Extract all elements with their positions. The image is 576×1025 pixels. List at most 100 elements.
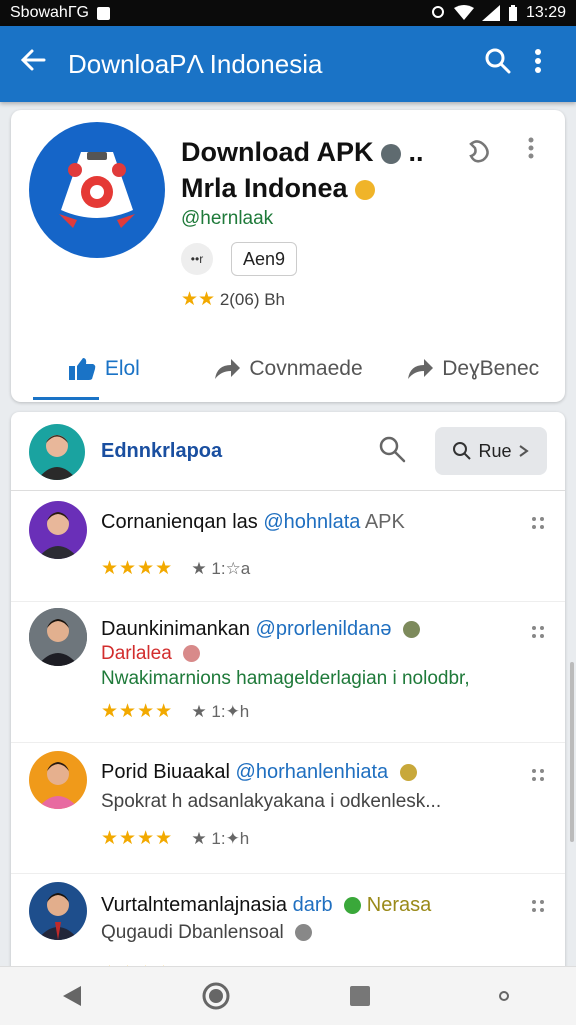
signal-icon: [481, 5, 500, 21]
system-nav-bar: [0, 966, 576, 1025]
app-logo: [29, 122, 165, 258]
info-badge-icon: [295, 924, 313, 942]
review-text: Nwakimarnions hamagelderlagian i nolodbr…: [101, 668, 470, 689]
app-title-line1: Download APK: [181, 137, 374, 167]
item-menu-button[interactable]: [531, 896, 545, 919]
author-mention[interactable]: @horhanlenhiata: [236, 761, 389, 783]
scrollbar[interactable]: [570, 662, 574, 842]
app-rating: ★★ 2(06) Bh: [181, 288, 285, 311]
share-icon: [469, 140, 489, 163]
author-mention[interactable]: @prorlenildanə: [256, 618, 392, 640]
item-menu-button[interactable]: [531, 622, 545, 645]
search-icon: [379, 436, 406, 463]
review-subtitle-text: Darlalea: [101, 643, 172, 664]
thumbs-up-icon: [68, 358, 96, 380]
location-icon: [431, 6, 444, 18]
dot-icon: [499, 991, 509, 1001]
share-arrow-icon: [408, 359, 434, 379]
list-item[interactable]: Cornanienqan las @hohnlata APK ★★★★ ★ 1:…: [11, 491, 565, 602]
action-tabs: Elol Covnmaede DeɣBenec: [11, 336, 565, 402]
avatar[interactable]: [29, 424, 85, 480]
list-item[interactable]: Vurtalntemanlajnasia darb Nerasa Qugaudi…: [11, 874, 565, 972]
item-menu-button[interactable]: [531, 513, 545, 536]
review-author: Porid Biuaakal @horhanlenhiata: [101, 761, 417, 784]
nav-home-button[interactable]: [196, 976, 236, 1016]
rating-stars: ★★★★: [101, 701, 174, 722]
review-subtitle: Darlalea: [101, 643, 201, 665]
search-icon: [485, 48, 511, 73]
triangle-back-icon: [63, 986, 81, 1006]
review-rating: ★★★★ ★ 1:☆a: [101, 557, 250, 580]
notification-icon: [96, 6, 110, 20]
flag-badge-icon: [183, 645, 201, 663]
rating-stars: ★★★★: [101, 828, 174, 849]
search-icon: [453, 442, 472, 460]
app-logo-icon: [59, 152, 135, 228]
share-button[interactable]: [463, 136, 493, 166]
avatar[interactable]: [29, 608, 87, 666]
arrow-left-icon: [20, 49, 46, 71]
verified-badge-icon: [381, 143, 402, 164]
drag-handle-icon: [532, 517, 544, 529]
tab-share[interactable]: DeɣBenec: [380, 336, 565, 402]
gold-badge-icon: [355, 179, 376, 200]
author-name: Daunkinimankan: [101, 618, 250, 640]
more-options-button[interactable]: [518, 48, 558, 81]
more-vert-icon: [528, 137, 534, 159]
author-name: Vurtalntemanlajnasia: [101, 894, 288, 916]
wifi-icon: [453, 5, 474, 20]
tab-like-label: Elol: [104, 357, 140, 380]
verified-badge-icon: [403, 621, 421, 639]
share-arrow-icon: [215, 359, 241, 379]
avatar[interactable]: [29, 501, 87, 559]
app-info-card: Download APK .. Mrla Indonea @hernlaak •…: [11, 110, 565, 402]
drag-handle-icon: [532, 626, 544, 638]
nav-recents-button[interactable]: [340, 976, 380, 1016]
nav-back-button[interactable]: [52, 976, 92, 1016]
tab-like[interactable]: Elol: [11, 336, 196, 402]
rating-meta: ★ 1:✦h: [191, 702, 250, 721]
back-button[interactable]: [18, 45, 54, 83]
tab-comment[interactable]: Covnmaede: [196, 336, 381, 402]
filter-button-label: Rue: [478, 440, 512, 461]
app-title: Download APK .. Mrla Indonea: [181, 134, 424, 206]
review-author: Vurtalntemanlajnasia darb Nerasa: [101, 894, 431, 917]
author-mention[interactable]: @hohnlata: [263, 511, 360, 533]
review-author: Cornanienqan las @hohnlata APK: [101, 511, 405, 534]
rating-stars: ★★★★: [101, 558, 174, 579]
rating-stars: ★★: [181, 289, 216, 310]
reviews-header-title: Ednnkrlapoa: [101, 440, 223, 462]
tab-comment-label: Covnmaede: [249, 357, 363, 380]
filter-button[interactable]: Rue: [435, 427, 547, 475]
chevron-right-icon: [518, 445, 529, 457]
drag-handle-icon: [532, 900, 544, 912]
sound-chip[interactable]: ••r: [181, 243, 213, 275]
app-title-ellipsis: ..: [408, 137, 424, 167]
author-mention[interactable]: darb: [293, 894, 333, 916]
item-menu-button[interactable]: [531, 765, 545, 788]
review-text: Spokrat h adsanlakyakana i odkenlesk...: [101, 791, 442, 812]
age-rating-chip[interactable]: Aen9: [231, 242, 297, 276]
nav-extra-button[interactable]: [484, 976, 524, 1016]
reviews-search-button[interactable]: [377, 434, 407, 464]
status-bar: SbowahГG 13:29: [0, 0, 576, 26]
review-author: Daunkinimankan @prorlenildanə: [101, 618, 421, 641]
app-title-line2: Mrla Indonea: [181, 173, 348, 203]
status-left-text: SbowahГG: [10, 4, 89, 21]
more-vert-icon: [535, 48, 541, 73]
author-name: Cornanienqan las: [101, 511, 258, 533]
tab-share-label: DeɣBenec: [442, 357, 540, 380]
list-item[interactable]: Porid Biuaakal @horhanlenhiata Spokrat h…: [11, 743, 565, 874]
verified-badge-icon: [344, 897, 362, 915]
review-rating: ★★★★ ★ 1:✦h: [101, 700, 249, 723]
review-subtitle: Qugaudi Dbanlensoal: [101, 922, 313, 944]
list-item[interactable]: Daunkinimankan @prorlenildanə Darlalea N…: [11, 602, 565, 743]
search-button[interactable]: [478, 47, 518, 82]
card-more-button[interactable]: [527, 136, 535, 167]
app-bar-title: DownloaPΛ Indonesia: [68, 48, 323, 79]
rating-text: 2(06) Bh: [219, 290, 286, 309]
avatar[interactable]: [29, 882, 87, 940]
developer-handle[interactable]: @hernlaak: [181, 208, 273, 230]
avatar[interactable]: [29, 751, 87, 809]
review-subtitle-text: Qugaudi Dbanlensoal: [101, 922, 284, 943]
